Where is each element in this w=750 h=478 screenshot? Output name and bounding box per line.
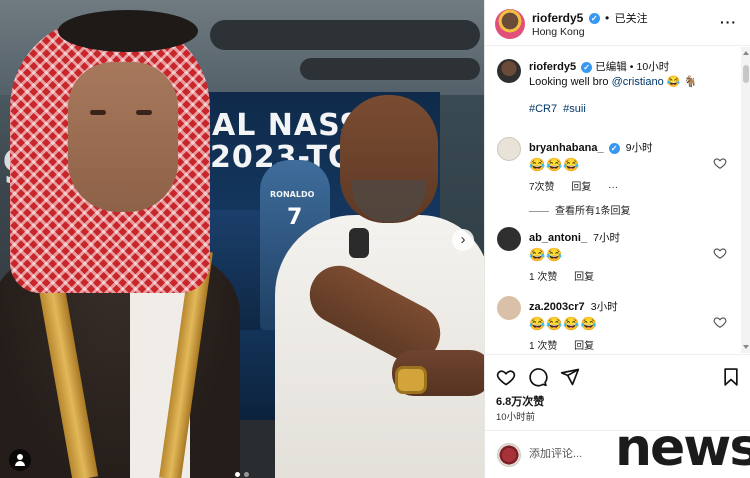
post-side-panel: rioferdy5 ✓ • 已关注 Hong Kong ··· rioferdy… [484,0,750,478]
verified-icon: ✓ [608,142,620,154]
caption-text-part: Looking well bro [529,76,612,88]
comment-text: 😂😂😂😂 [529,316,598,331]
avatar[interactable] [497,59,521,83]
comment-text: 😂😂 [529,247,564,262]
action-bar [485,354,750,394]
comment-header: za.2003cr7 3小时 [529,299,618,314]
avatar[interactable] [495,9,525,39]
eye [136,110,152,115]
separator: • [605,11,610,25]
heart-icon[interactable] [496,367,516,387]
comment-meta: 1 次赞 回复 [529,337,608,352]
reply-button[interactable]: 回复 [574,341,594,352]
comment-username[interactable]: ab_antoni_ [529,232,587,244]
caption-emoji: 😂 🐐 [663,76,698,88]
comments-scrollbar[interactable] [741,47,750,353]
mention-link[interactable]: @cristiano [612,76,664,88]
comments-list: rioferdy5 ✓ 已编辑 • 10小时 Looking well bro … [485,47,741,353]
jersey-name: RONALDO [270,190,315,199]
news-watermark: news [615,418,750,478]
comment-likes[interactable]: 7次赞 [529,182,555,193]
divider [529,210,549,212]
comment-icon[interactable] [528,367,548,387]
reply-button[interactable]: 回复 [574,272,594,283]
reply-button[interactable]: 回复 [571,182,591,193]
comment-username[interactable]: za.2003cr7 [529,301,585,313]
avatar[interactable] [497,137,521,161]
jersey-number: 7 [287,205,303,230]
verified-icon: ✓ [588,13,600,25]
hashtag-links[interactable]: #CR7 #suii [529,103,586,115]
comment-item: ab_antoni_ 7小时 😂😂 1 次赞 回复 [485,227,741,297]
comment-header: ab_antoni_ 7小时 [529,230,620,245]
comment-more-button[interactable]: ··· [608,182,618,193]
comment-item: bryanhabana_ ✓ 9小时 😂😂😂 7次赞 回复 ··· [485,137,741,207]
location-link[interactable]: Hong Kong [532,26,585,38]
view-replies-label: 查看所有1条回复 [555,206,631,217]
caption-header: rioferdy5 ✓ 已编辑 • 10小时 [529,59,669,74]
comment-likes[interactable]: 1 次赞 [529,341,557,352]
carousel-dots [0,464,484,478]
post-photo: 9C AL NASSR 2023-TOD RONALDO 7 › [0,0,484,478]
share-icon[interactable] [560,367,580,387]
person-icon [17,454,23,460]
avatar[interactable] [497,227,521,251]
view-replies-button[interactable]: 查看所有1条回复 [529,202,631,217]
comment-meta: 1 次赞 回复 [529,268,608,283]
agal [58,10,198,52]
scroll-up-icon[interactable] [743,51,749,55]
caption-text: Looking well bro @cristiano 😂 🐐 [529,75,697,88]
post-header: rioferdy5 ✓ • 已关注 Hong Kong ··· [485,0,750,46]
caption-username[interactable]: rioferdy5 [529,61,576,73]
comment-item: za.2003cr7 3小时 😂😂😂😂 1 次赞 回复 [485,296,741,353]
comment-time: 7小时 [593,232,620,244]
more-options-button[interactable]: ··· [720,14,737,30]
separator: • [629,61,634,73]
edited-label: 已编辑 [595,61,627,73]
comment-text: 😂😂😂 [529,157,581,172]
watch [395,366,427,394]
follow-button[interactable]: 已关注 [615,13,648,25]
header-username[interactable]: rioferdy5 [532,11,583,25]
verified-icon: ✓ [581,61,593,73]
comment-meta: 7次赞 回复 ··· [529,178,632,193]
likes-count[interactable]: 6.8万次赞 [496,393,544,409]
scroll-down-icon[interactable] [743,345,749,349]
duct [210,20,480,50]
bookmark-icon[interactable] [721,367,741,387]
mannequin-face [68,62,178,212]
comment-time: 9小时 [625,142,653,154]
comment-likes[interactable]: 1 次赞 [529,272,557,283]
comment-username[interactable]: bryanhabana_ [529,142,604,154]
heart-icon[interactable] [713,156,727,170]
header-user-line: rioferdy5 ✓ • 已关注 [532,10,648,26]
duct [300,58,480,80]
avatar[interactable] [497,296,521,320]
avatar [497,443,521,467]
heart-icon[interactable] [713,246,727,260]
caption-time: 10小时 [636,61,670,73]
post-time: 10小时前 [496,412,536,423]
carousel-dot [244,472,249,477]
comment-time: 3小时 [590,301,618,313]
comment-header: bryanhabana_ ✓ 9小时 [529,140,653,155]
microphone [349,228,369,258]
eye [90,110,106,115]
carousel-dot [235,472,240,477]
next-photo-button[interactable]: › [452,229,474,251]
heart-icon[interactable] [713,315,727,329]
scroll-thumb[interactable] [743,65,749,83]
